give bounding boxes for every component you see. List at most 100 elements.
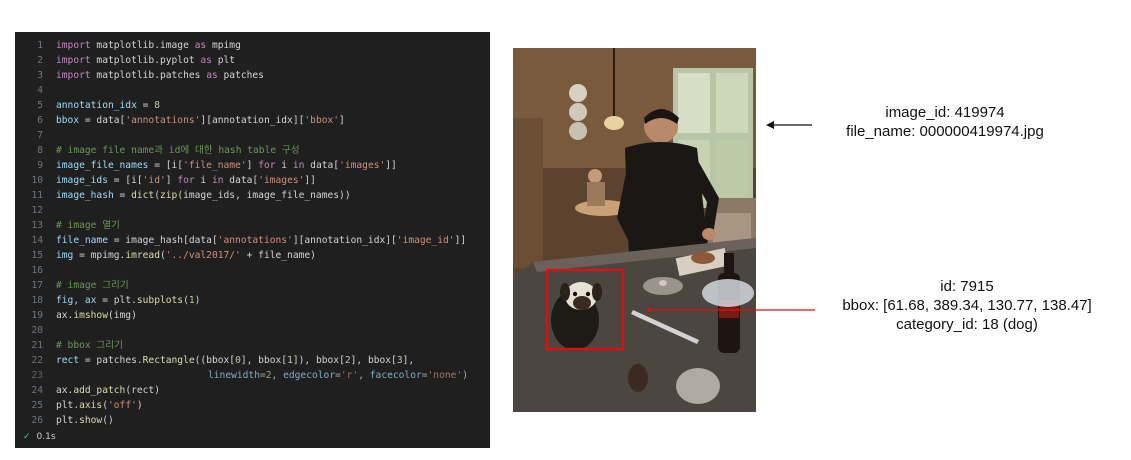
code-token: 'bbox'	[304, 115, 340, 126]
code-token: '../val2017/'	[165, 250, 241, 261]
code-token: dict	[131, 190, 155, 201]
code-token: axis	[79, 400, 103, 411]
code-line: 10 image_ids = [i['id'] for i in data['im…	[15, 173, 490, 188]
code-token: bbox	[56, 115, 80, 126]
code-token: 'file_name'	[183, 160, 247, 171]
code-token: 'annotations'	[125, 115, 201, 126]
image-info-label: image_id: 419974 file_name: 000000419974…	[825, 103, 1065, 141]
code-line: 16	[15, 263, 490, 278]
code-token: edgecolor	[283, 370, 336, 381]
code-line: 20	[15, 323, 490, 338]
code-token: ],	[402, 355, 415, 366]
code-token: matplotlib.image	[90, 40, 195, 51]
code-token: ]	[165, 175, 178, 186]
code-token: ]	[246, 160, 259, 171]
code-token: i	[194, 175, 212, 186]
code-token: imread	[125, 250, 160, 261]
image-id-text: image_id: 419974	[885, 104, 1005, 121]
annotation-id-text: id: 7915	[940, 278, 994, 295]
code-line: 2 import matplotlib.pyplot as plt	[15, 53, 490, 68]
photo-illustration	[513, 48, 756, 412]
line-number: 17	[31, 280, 43, 291]
code-token: = data[	[79, 115, 126, 126]
arrowhead-icon	[766, 121, 774, 129]
code-editor-panel: 1 import matplotlib.image as mpimg 2 impor…	[15, 32, 490, 448]
code-token: = mpimg.	[73, 250, 126, 261]
line-number: 4	[37, 85, 43, 96]
code-token: Rectangle	[142, 355, 195, 366]
code-line: 18 fig, ax = plt.subplots(1)	[15, 293, 490, 308]
code-line: 1 import matplotlib.image as mpimg	[15, 38, 490, 53]
code-token: show	[79, 415, 103, 426]
code-token: linewidth	[208, 370, 260, 381]
code-line: 23 linewidth=2, edgecolor='r', facecolor=…	[15, 368, 490, 383]
line-number: 5	[37, 100, 43, 111]
line-number: 14	[31, 235, 43, 246]
code-token: ,	[271, 370, 284, 381]
line-number: 19	[31, 310, 43, 321]
code-token: as	[200, 55, 212, 66]
line-number: 22	[31, 355, 43, 366]
code-token: 8	[154, 100, 160, 111]
code-token: ]]	[454, 235, 467, 246]
code-token: matplotlib.pyplot	[90, 55, 201, 66]
code-token: add_patch	[73, 385, 126, 396]
line-number: 16	[31, 265, 43, 276]
line-number: 23	[31, 370, 43, 381]
line-number: 18	[31, 295, 43, 306]
code-line: 14 file_name = image_hash[data['annotatio…	[15, 233, 490, 248]
code-token: 'id'	[142, 175, 166, 186]
line-number: 3	[37, 70, 43, 81]
code-token: = [i[	[148, 160, 184, 171]
code-token: annotation_idx	[56, 100, 137, 111]
code-token: ((bbox[	[194, 355, 236, 366]
line-number: 26	[31, 415, 43, 426]
code-token: = [i[	[107, 175, 143, 186]
code-token: facecolor	[369, 370, 422, 381]
code-line: 15 img = mpimg.imread('../val2017/' + fil…	[15, 248, 490, 263]
code-line: 24 ax.add_patch(rect)	[15, 383, 490, 398]
code-token: )	[462, 370, 468, 381]
code-token: (image_ids, image_file_names))	[177, 190, 351, 201]
code-token: data[	[304, 160, 340, 171]
code-token: ], bbox[	[350, 355, 397, 366]
cell-run-status: ✓ 0.1s	[15, 430, 490, 445]
code-token: ,	[358, 370, 370, 381]
code-token: 'images'	[339, 160, 386, 171]
code-token: # image 열기	[56, 220, 120, 231]
line-number: 20	[31, 325, 43, 336]
code-token: =	[136, 100, 155, 111]
code-token: )	[136, 400, 143, 411]
code-token: ], bbox[	[240, 355, 288, 366]
line-number: 1	[37, 40, 43, 51]
code-line: 26 plt.show()	[15, 413, 490, 428]
code-token: fig, ax	[56, 295, 97, 306]
code-token: 'off'	[108, 400, 137, 411]
code-line: 9 image_file_names = [i['file_name'] for …	[15, 158, 490, 173]
code-token: ][annotation_idx][	[292, 235, 397, 246]
code-token: 'none'	[427, 370, 463, 381]
code-token: 'r'	[340, 370, 359, 381]
code-comment: 21 # bbox 그리기	[15, 338, 490, 353]
code-token: = plt.	[96, 295, 137, 306]
line-number: 10	[31, 175, 43, 186]
code-token: for	[177, 175, 195, 186]
code-line: 5 annotation_idx = 8	[15, 98, 490, 113]
checkmark-icon: ✓	[23, 432, 31, 442]
line-number: 12	[31, 205, 43, 216]
line-number: 9	[37, 160, 43, 171]
bbox-text: bbox: [61.68, 389.34, 130.77, 138.47]	[842, 297, 1092, 314]
code-token: )	[194, 295, 201, 306]
code-token: for	[258, 160, 276, 171]
code-token: plt	[211, 55, 236, 66]
code-token: ]	[339, 115, 345, 126]
code-token: as	[206, 70, 218, 81]
code-line: 6 bbox = data['annotations'][annotation_i…	[15, 113, 490, 128]
code-token: in	[292, 160, 305, 171]
code-token: (img)	[107, 310, 137, 321]
code-token: ax.	[56, 385, 74, 396]
code-token: image_hash	[56, 190, 114, 201]
code-token: patches	[217, 70, 264, 81]
code-token: plt.	[56, 415, 80, 426]
code-token: img	[56, 250, 74, 261]
